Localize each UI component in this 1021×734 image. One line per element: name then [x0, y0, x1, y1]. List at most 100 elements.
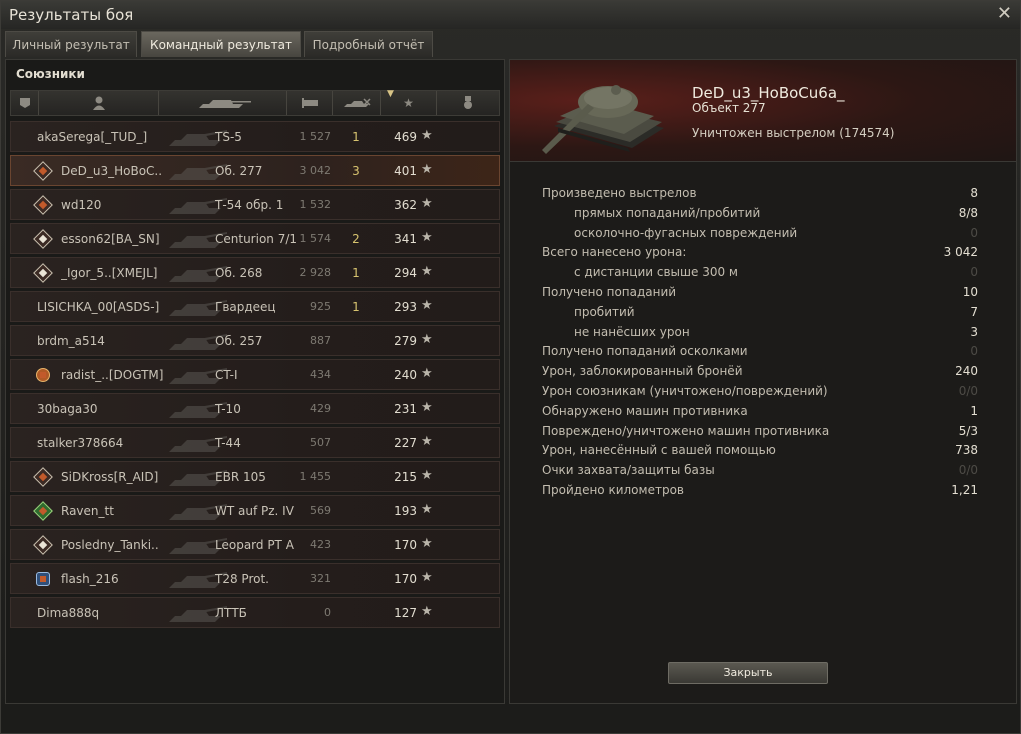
damage-value: 569: [310, 504, 331, 517]
xp-value: 127: [394, 606, 417, 620]
player-detail-header: DeD_u3_HoBoCu6a_ Объект 277 Уничтожен вы…: [510, 60, 1016, 162]
stat-label: Урон союзникам (уничтожено/повреждений): [542, 384, 828, 398]
damage-value: 1 574: [299, 232, 332, 245]
stat-label: Обнаружено машин противника: [542, 403, 748, 418]
stat-label: Произведено выстрелов: [542, 186, 697, 200]
star-icon: ★: [421, 604, 433, 619]
kills-value: 1: [352, 300, 360, 314]
col-kills[interactable]: [333, 91, 381, 115]
table-row[interactable]: _Igor_5..[XMEJL] Об. 268 2 928 1 294 ★: [10, 257, 500, 288]
stat-label: Повреждено/уничтожено машин противника: [542, 423, 830, 438]
stat-row: Обнаружено машин противника 1: [532, 404, 978, 424]
damage-value: 3 042: [299, 164, 332, 177]
title-bar: Результаты боя ✕: [1, 1, 1020, 29]
window-title: Результаты боя: [9, 6, 134, 24]
stat-label: Всего нанесено урона:: [542, 245, 687, 260]
xp-value: 170: [394, 538, 417, 552]
star-icon: ★: [421, 230, 433, 245]
table-row[interactable]: radist_..[DOGTM] CT-I 434 240 ★: [10, 359, 500, 390]
star-icon: ★: [421, 332, 433, 347]
stat-label: Получено попаданий осколками: [542, 344, 748, 359]
tab-personal[interactable]: Личный результат: [5, 31, 137, 57]
stat-value: 0: [970, 225, 978, 240]
xp-icon: ★: [403, 96, 414, 110]
damage-value: 1 532: [299, 198, 332, 211]
kills-value: 2: [352, 232, 360, 246]
player-name: LISICHKA_00[ASDS-]: [37, 300, 160, 314]
col-tank[interactable]: [159, 91, 287, 115]
stat-label: с дистанции свыше 300 м: [574, 265, 738, 280]
player-name: brdm_a514: [37, 334, 105, 348]
stat-value: 240: [955, 364, 978, 379]
player-name: 30baga30: [37, 402, 98, 416]
table-row[interactable]: stalker378664 T-44 507 227 ★: [10, 427, 500, 458]
stat-value: 0: [970, 265, 978, 280]
stat-value: 3 042: [943, 245, 978, 260]
rank-badge-icon: [33, 535, 53, 555]
stat-row: Урон союзникам (уничтожено/повреждений) 0…: [532, 384, 978, 404]
stat-value: 5/3: [958, 423, 978, 438]
stat-row: Пройдено километров 1,21: [532, 483, 978, 503]
close-icon[interactable]: ✕: [997, 3, 1012, 24]
col-platoon[interactable]: [11, 91, 39, 115]
damage-value: 321: [310, 572, 331, 585]
player-name: akaSerega[_TUD_]: [37, 130, 148, 144]
col-medals[interactable]: [437, 91, 499, 115]
table-row[interactable]: LISICHKA_00[ASDS-] Гвардеец 925 1 293 ★: [10, 291, 500, 322]
stat-row: пробитий 7: [532, 305, 978, 325]
rank-badge-icon: [33, 229, 53, 249]
damage-value: 887: [310, 334, 331, 347]
stat-row: Урон, заблокированный бронёй 240: [532, 364, 978, 384]
star-icon: ★: [421, 468, 433, 483]
damage-value: 0: [324, 606, 331, 619]
rank-badge-icon: [33, 263, 53, 283]
platoon-icon: [19, 98, 30, 108]
table-row[interactable]: Raven_tt WT auf Pz. IV 569 193 ★: [10, 495, 500, 526]
table-row[interactable]: 30baga30 T-10 429 231 ★: [10, 393, 500, 424]
table-row[interactable]: Posledny_Tanki.. Leopard PT A 423 170 ★: [10, 529, 500, 560]
table-row[interactable]: SiDKross[R_AID] EBR 105 1 455 215 ★: [10, 461, 500, 492]
player-name: Dima888q: [37, 606, 100, 620]
kills-value: 3: [352, 164, 360, 178]
close-button[interactable]: Закрыть: [668, 662, 828, 684]
tab-team[interactable]: Командный результат: [141, 31, 301, 57]
xp-value: 401: [394, 164, 417, 178]
col-xp[interactable]: ★: [381, 91, 437, 115]
star-icon: ★: [421, 196, 433, 211]
stat-value: 0: [970, 344, 978, 359]
star-icon: ★: [421, 264, 433, 279]
detail-status: Уничтожен выстрелом (174574): [692, 126, 895, 140]
xp-value: 231: [394, 402, 417, 416]
stat-label: прямых попаданий/пробитий: [574, 205, 761, 220]
stat-value: 1,21: [951, 483, 978, 497]
stat-label: Очки захвата/защиты базы: [542, 463, 715, 478]
table-row[interactable]: esson62[BA_SN] Centurion 7/1 1 574 2 341 ★: [10, 223, 500, 254]
stat-label: Урон, нанесённый с вашей помощью: [542, 443, 776, 458]
xp-value: 469: [394, 130, 417, 144]
stat-row: Очки захвата/защиты базы 0/0: [532, 463, 978, 483]
col-player[interactable]: [39, 91, 159, 115]
stat-row: с дистанции свыше 300 м 0: [532, 265, 978, 285]
rank-badge-icon: [33, 161, 53, 181]
detail-player-name: DeD_u3_HoBoCu6a_: [692, 84, 845, 102]
table-row[interactable]: flash_216 T28 Prot. 321 170 ★: [10, 563, 500, 594]
table-row[interactable]: wd120 Т-54 обр. 11 532 362 ★: [10, 189, 500, 220]
table-row[interactable]: brdm_a514 Об. 257 887 279 ★: [10, 325, 500, 356]
tab-detailed[interactable]: Подробный отчёт: [304, 31, 433, 57]
stat-row: Всего нанесено урона: 3 042: [532, 245, 978, 265]
damage-value: 429: [310, 402, 331, 415]
stat-row: Урон, нанесённый с вашей помощью 738: [532, 443, 978, 463]
xp-value: 279: [394, 334, 417, 348]
table-row[interactable]: akaSerega[_TUD_] TS-5 1 527 1 469 ★: [10, 121, 500, 152]
table-row[interactable]: DeD_u3_HoBoC.. Об. 277 3 042 3 401 ★: [10, 155, 500, 186]
col-damage[interactable]: [287, 91, 333, 115]
damage-value: 925: [310, 300, 331, 313]
table-row[interactable]: Dima888q ЛТТБ 0 127 ★: [10, 597, 500, 628]
kills-value: 1: [352, 130, 360, 144]
star-icon: ★: [421, 366, 433, 381]
stat-value: 0/0: [958, 463, 978, 478]
player-icon: [92, 96, 105, 110]
star-icon: ★: [421, 298, 433, 313]
stat-label: не нанёсших урон: [574, 324, 690, 339]
xp-value: 293: [394, 300, 417, 314]
